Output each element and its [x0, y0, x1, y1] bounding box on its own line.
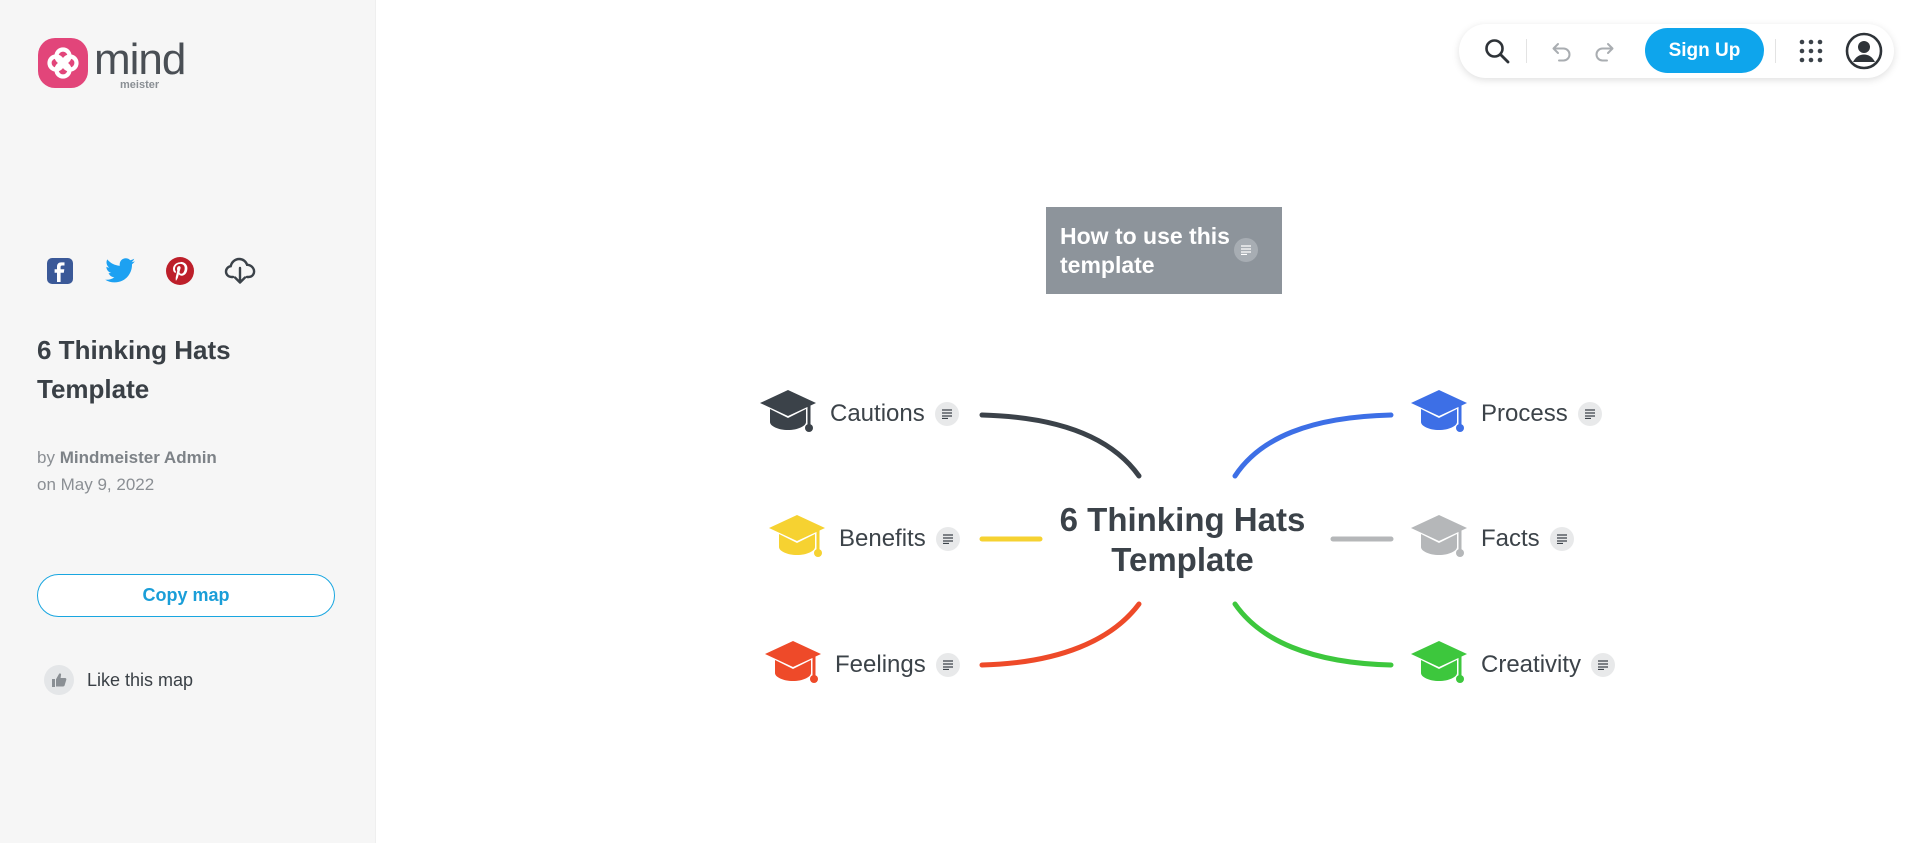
- topic-facts[interactable]: Facts: [1407, 514, 1574, 564]
- topic-label: Facts: [1481, 525, 1540, 552]
- note-icon[interactable]: [934, 402, 959, 426]
- how-to-use-label: How to use this template: [1060, 223, 1230, 278]
- note-icon[interactable]: [1591, 653, 1616, 677]
- graduation-hat-icon: [1407, 386, 1471, 442]
- map-connectors: [979, 412, 1394, 668]
- topic-label: Process: [1481, 400, 1568, 427]
- note-icon[interactable]: [935, 527, 960, 551]
- topic-cautions[interactable]: Cautions: [756, 389, 959, 439]
- note-icon[interactable]: [1549, 527, 1574, 551]
- central-topic[interactable]: 6 Thinking Hats Template: [1045, 500, 1320, 580]
- branch-process: [1232, 412, 1394, 479]
- branch-creativity: [1232, 601, 1394, 668]
- how-to-use-node[interactable]: How to use this template: [1046, 207, 1282, 294]
- note-icon[interactable]: [1577, 402, 1602, 426]
- note-icon[interactable]: [935, 653, 960, 677]
- note-icon[interactable]: [1234, 238, 1258, 262]
- topic-feelings[interactable]: Feelings: [761, 640, 960, 690]
- graduation-hat-icon: [1407, 637, 1471, 693]
- branch-feelings: [979, 601, 1142, 668]
- topic-label: Benefits: [839, 525, 926, 552]
- graduation-hat-icon: [761, 637, 825, 693]
- graduation-hat-icon: [765, 511, 829, 567]
- topic-process[interactable]: Process: [1407, 389, 1602, 439]
- graduation-hat-icon: [756, 386, 820, 442]
- topic-label: Cautions: [830, 400, 925, 427]
- branch-cautions: [979, 412, 1142, 479]
- graduation-hat-icon: [1407, 511, 1471, 567]
- topic-label: Creativity: [1481, 651, 1582, 678]
- topic-label: Feelings: [835, 651, 926, 678]
- topic-creativity[interactable]: Creativity: [1407, 637, 1616, 693]
- topic-benefits[interactable]: Benefits: [765, 514, 960, 564]
